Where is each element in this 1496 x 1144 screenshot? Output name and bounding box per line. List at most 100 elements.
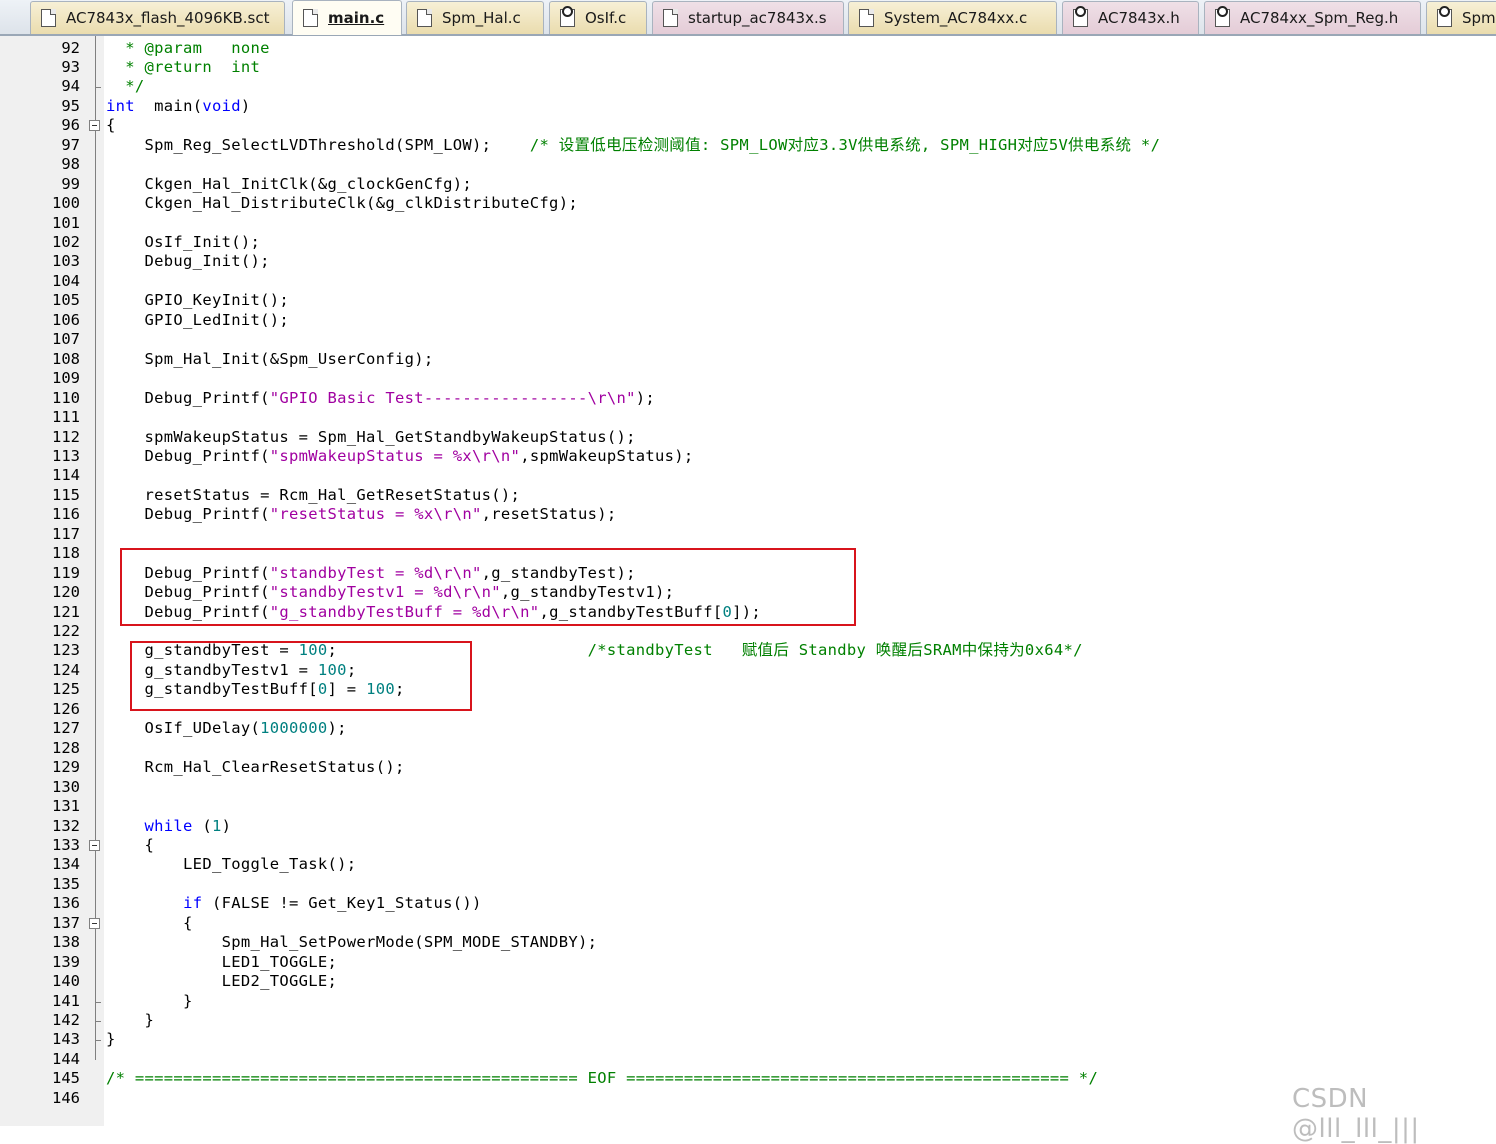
code-token: */ <box>106 77 145 96</box>
tab-main-c[interactable]: main.c <box>292 0 402 35</box>
fold-collapse-icon[interactable] <box>89 839 100 851</box>
tab-startup-ac7843x-s[interactable]: startup_ac7843x.s <box>652 1 844 34</box>
code-line[interactable]: Spm_Hal_Init(&Spm_UserConfig); <box>106 350 434 369</box>
code-line[interactable]: */ <box>106 77 145 96</box>
highlight-box-debug-printf <box>120 548 856 626</box>
code-line[interactable]: { <box>106 836 154 855</box>
code-token: } <box>106 1011 155 1029</box>
line-number: 132 <box>52 816 80 835</box>
code-line[interactable]: Rcm_Hal_ClearResetStatus(); <box>106 758 405 777</box>
code-token: } <box>106 991 193 1010</box>
code-line[interactable]: { <box>106 116 116 135</box>
code-token: while <box>144 816 193 835</box>
code-token: { <box>106 835 155 854</box>
locked-document-icon <box>560 6 575 27</box>
code-token: LED1_TOGGLE; <box>106 952 338 971</box>
code-token: } <box>106 1030 116 1049</box>
fold-end-marker <box>95 1001 101 1003</box>
line-number: 138 <box>52 933 80 952</box>
highlight-box-standby-assign <box>130 641 472 711</box>
code-line[interactable]: Spm_Reg_SelectLVDThreshold(SPM_LOW); /* … <box>106 136 1160 155</box>
code-line[interactable]: int main(void) <box>106 97 251 116</box>
line-number: 115 <box>52 485 80 504</box>
code-token: LED_Toggle_Task(); <box>106 855 357 874</box>
locked-document-icon <box>1073 6 1088 27</box>
code-line[interactable]: } <box>106 1030 116 1049</box>
tab-spm[interactable]: Spm <box>1426 1 1496 34</box>
line-number: 110 <box>52 388 80 407</box>
code-token: ) <box>240 96 251 115</box>
line-number: 117 <box>52 524 80 543</box>
code-line[interactable]: if (FALSE != Get_Key1_Status()) <box>106 894 482 913</box>
code-token: (FALSE != Get_Key1_Status()) <box>202 894 482 913</box>
code-token: "GPIO Basic Test-----------------\r\n" <box>269 388 636 407</box>
line-number: 121 <box>52 602 80 621</box>
code-line[interactable]: } <box>106 992 193 1011</box>
line-number: 124 <box>52 660 80 679</box>
line-number: 141 <box>52 991 80 1010</box>
code-line[interactable]: GPIO_LedInit(); <box>106 311 289 330</box>
line-number: 106 <box>52 310 80 329</box>
code-token: ( <box>192 816 212 835</box>
code-line[interactable]: resetStatus = Rcm_Hal_GetResetStatus(); <box>106 486 520 505</box>
code-line[interactable]: OsIf_UDelay(1000000); <box>106 719 347 738</box>
code-line[interactable]: LED_Toggle_Task(); <box>106 855 356 874</box>
document-icon <box>41 9 56 27</box>
code-line[interactable]: while (1) <box>106 817 231 836</box>
code-line[interactable]: GPIO_KeyInit(); <box>106 291 289 310</box>
tab-osif-c[interactable]: OsIf.c <box>549 1 647 34</box>
line-number: 125 <box>52 680 80 699</box>
code-line[interactable]: /* =====================================… <box>106 1069 1098 1088</box>
line-number: 102 <box>52 233 80 251</box>
document-icon <box>303 9 318 27</box>
line-number: 142 <box>52 1011 80 1029</box>
code-line[interactable]: LED1_TOGGLE; <box>106 953 337 972</box>
line-number: 99 <box>61 174 80 193</box>
line-number: 97 <box>61 135 80 154</box>
fold-collapse-icon[interactable] <box>89 917 100 929</box>
line-number: 108 <box>52 349 80 368</box>
line-number: 98 <box>61 155 80 174</box>
fold-collapse-icon[interactable] <box>89 120 100 132</box>
code-line[interactable]: * @param none <box>106 39 270 58</box>
document-icon <box>417 9 432 27</box>
tab-label: OsIf.c <box>585 9 627 27</box>
code-token: Debug_Printf( <box>106 388 270 407</box>
tab-system-ac784xx-c[interactable]: System_AC784xx.c <box>848 1 1057 34</box>
code-token: * @return int <box>106 57 261 76</box>
code-line[interactable]: { <box>106 914 193 933</box>
code-token: ,resetStatus); <box>481 505 617 524</box>
line-number: 123 <box>52 641 80 660</box>
line-number: 116 <box>52 505 80 524</box>
code-line[interactable]: Debug_Printf("GPIO Basic Test-----------… <box>106 389 655 408</box>
line-number: 112 <box>52 427 80 446</box>
line-number: 129 <box>52 758 80 777</box>
tab-ac784xx-spm-reg-h[interactable]: AC784xx_Spm_Reg.h <box>1204 1 1421 34</box>
code-line[interactable]: } <box>106 1011 154 1030</box>
tab-ac7843x-flash-4096kb-sct[interactable]: AC7843x_flash_4096KB.sct <box>30 1 285 34</box>
line-number: 145 <box>52 1069 80 1088</box>
line-number: 100 <box>52 194 80 213</box>
document-icon <box>663 9 678 27</box>
code-line[interactable]: Ckgen_Hal_DistributeClk(&g_clkDistribute… <box>106 194 578 213</box>
code-line[interactable]: spmWakeupStatus = Spm_Hal_GetStandbyWake… <box>106 428 636 447</box>
tab-label: main.c <box>328 9 385 27</box>
document-icon <box>859 9 874 27</box>
code-token: if <box>183 894 203 913</box>
tab-ac7843x-h[interactable]: AC7843x.h <box>1062 1 1199 34</box>
code-line[interactable]: Ckgen_Hal_InitClk(&g_clockGenCfg); <box>106 175 472 194</box>
code-token: ); <box>635 388 656 407</box>
line-number: 136 <box>52 894 80 913</box>
code-line[interactable]: * @return int <box>106 58 260 77</box>
code-line[interactable]: Debug_Printf("resetStatus = %x\r\n",rese… <box>106 505 617 524</box>
code-line[interactable]: Debug_Init(); <box>106 252 270 271</box>
code-line[interactable]: Spm_Hal_SetPowerMode(SPM_MODE_STANDBY); <box>106 933 597 952</box>
code-line[interactable]: LED2_TOGGLE; <box>106 972 337 991</box>
code-line[interactable]: OsIf_Init(); <box>106 233 260 252</box>
code-token: spmWakeupStatus = Spm_Hal_GetStandbyWake… <box>106 427 636 446</box>
code-token: int <box>106 96 135 115</box>
line-number: 103 <box>52 252 80 271</box>
tab-spm-hal-c[interactable]: Spm_Hal.c <box>406 1 544 34</box>
code-line[interactable]: Debug_Printf("spmWakeupStatus = %x\r\n",… <box>106 447 694 466</box>
line-number: 101 <box>52 213 80 232</box>
